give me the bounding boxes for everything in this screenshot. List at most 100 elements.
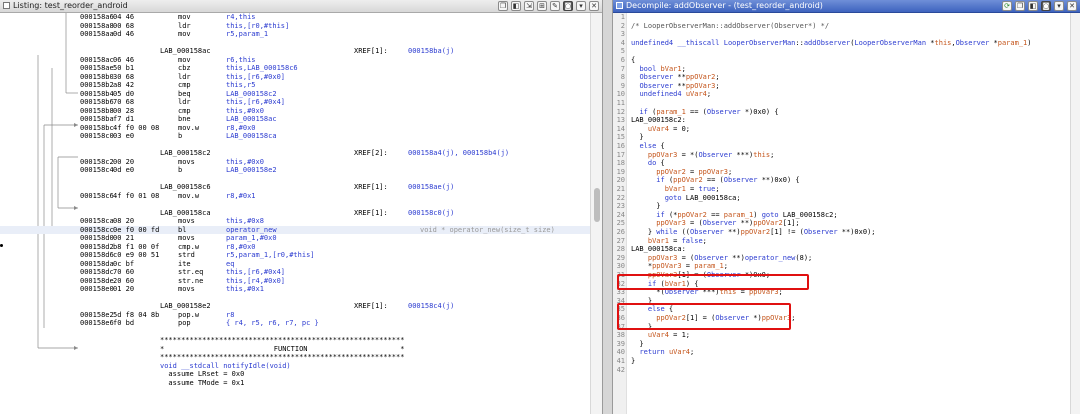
code-label: LAB_000158ca	[160, 208, 211, 217]
function-header-row[interactable]: ****************************************…	[0, 353, 590, 362]
instruction-bytes: 4f f0 00 08	[113, 123, 160, 132]
label-row[interactable]: LAB_000158c6 XREF[1]: 000158ae(j)	[0, 183, 590, 192]
code-line[interactable]: 18 do {	[613, 159, 1071, 168]
code-line[interactable]: 16 else {	[613, 142, 1071, 151]
code-line[interactable]: 7 bool bVar1;	[613, 65, 1071, 74]
instruction-bytes: 08 20	[113, 217, 135, 225]
code-line[interactable]: 13 LAB_000158c2:	[613, 116, 1071, 125]
instruction-row[interactable]: 000158dc 70 60 str.eq this,[r6,#0x4]	[0, 268, 590, 277]
decompile-scrollbar[interactable]	[1070, 13, 1080, 414]
code-line[interactable]: 15 }	[613, 133, 1071, 142]
label-row[interactable]: LAB_000158e2 XREF[1]: 000158c4(j)	[0, 302, 590, 311]
instruction-row[interactable]: 000158b4 05 d0 beq LAB_000158c2	[0, 90, 590, 99]
copy-icon[interactable]: ❐	[1015, 1, 1025, 11]
code-line[interactable]: 5	[613, 47, 1071, 56]
label-row[interactable]: LAB_000158ca XREF[1]: 000158c0(j)	[0, 209, 590, 218]
code-line[interactable]: 21 bVar1 = true;	[613, 185, 1071, 194]
instruction-row[interactable]: 000158cc 0e f0 00 fd bl operator_new void * …	[0, 225, 590, 234]
pane-divider[interactable]	[603, 0, 612, 414]
line-number: 24	[616, 210, 625, 219]
function-header-row[interactable]: assume LRset = 0x0	[0, 370, 590, 379]
code-line[interactable]: 8 Observer **ppOVar2;	[613, 73, 1071, 82]
code-line[interactable]: 24 if (*ppOVar2 == param_1) goto LAB_000…	[613, 211, 1071, 220]
code-line[interactable]: 1	[613, 13, 1071, 22]
label-row[interactable]: LAB_000158ac XREF[1]: 000158ba(j)	[0, 47, 590, 56]
code-line[interactable]: 22 goto LAB_000158ca;	[613, 194, 1071, 203]
scroll-thumb[interactable]	[594, 188, 600, 222]
instruction-row[interactable]: 000158ac 06 46 mov r6,this	[0, 56, 590, 65]
code-line[interactable]: 42	[613, 366, 1071, 375]
instruction-row[interactable]: 000158c4 0d e0 b LAB_000158e2	[0, 166, 590, 175]
instruction-row[interactable]: 000158b6 70 68 ldr this,[r6,#0x4]	[0, 98, 590, 107]
instruction-row[interactable]: 000158ca 08 20 movs this,#0x8	[0, 217, 590, 226]
line-number: 18	[616, 159, 625, 168]
code-line[interactable]: 39 }	[613, 340, 1071, 349]
instruction-row[interactable]: 000158de 20 60 str.ne this,[r4,#0x0]	[0, 277, 590, 286]
instruction-row[interactable]: 000158aa 0d 46 mov r5,param_1	[0, 30, 590, 39]
instruction-row[interactable]: 000158b2 a8 42 cmp this,r5	[0, 81, 590, 90]
function-header-row[interactable]: void __stdcall notifyIdle(void)	[0, 362, 590, 371]
menu-icon[interactable]: ▾	[576, 1, 586, 11]
instruction-row[interactable]: 000158b8 00 28 cmp this,#0x0	[0, 107, 590, 116]
close-icon[interactable]: ✕	[1067, 1, 1077, 11]
code-line[interactable]: 3	[613, 30, 1071, 39]
code-line[interactable]: 38 uVar4 = 1;	[613, 331, 1071, 340]
code-line[interactable]: 28 LAB_000158ca:	[613, 245, 1071, 254]
code-line[interactable]: 11	[613, 99, 1071, 108]
code-line[interactable]: 2 /* LooperObserverMan::addObserver(Obser…	[613, 22, 1071, 31]
code-line[interactable]: 41}	[613, 357, 1071, 366]
instruction-row[interactable]: 000158d0 00 21 movs param_1,#0x0	[0, 234, 590, 243]
instruction-operands: LAB_000158e2	[226, 166, 277, 174]
code-line[interactable]: 14 uVar4 = 0;	[613, 125, 1071, 134]
instruction-row[interactable]: 000158d6 c0 e9 00 51 strd r5,param_1,[r0,#t…	[0, 251, 590, 260]
code-line[interactable]: 4 undefined4 __thiscall LooperObserverMan…	[613, 39, 1071, 48]
instruction-row[interactable]: 000158e2 5d f8 04 8b pop.w r8	[0, 311, 590, 320]
code-line[interactable]: 23 }	[613, 202, 1071, 211]
code-line[interactable]: 9 Observer **ppOVar3;	[613, 82, 1071, 91]
code-line[interactable]: 17 ppOVar3 = *(Observer ***)this;	[613, 151, 1071, 160]
code-line[interactable]: 26 } while ((Observer **)ppOVar2[1] != (…	[613, 228, 1071, 237]
field-icon[interactable]: ⊞	[537, 1, 547, 11]
instruction-row[interactable]: 000158b0 30 68 ldr this,[r6,#0x0]	[0, 73, 590, 82]
refresh-icon[interactable]: ⟳	[1002, 1, 1012, 11]
camera-icon[interactable]: ◙	[563, 1, 573, 11]
instruction-row[interactable]: 000158a6 04 46 mov r4,this	[0, 13, 590, 22]
snapshot-icon[interactable]: ◧	[1028, 1, 1038, 11]
code-line[interactable]: 10 undefined4 uVar4;	[613, 90, 1071, 99]
camera-icon[interactable]: ◙	[1041, 1, 1051, 11]
instruction-row[interactable]: 000158ba f7 d1 bne LAB_000158ac	[0, 115, 590, 124]
code-line[interactable]: 30 *ppOVar3 = param_1;	[613, 262, 1071, 271]
instruction-row[interactable]: 000158e0 01 20 movs this,#0x1	[0, 285, 590, 294]
close-icon[interactable]: ✕	[589, 1, 599, 11]
code-line[interactable]: 20 if (ppOVar2 == (Observer **)0x0) {	[613, 176, 1071, 185]
label-row[interactable]: LAB_000158c2 XREF[2]: 000158a4(j), 000158b…	[0, 149, 590, 158]
copy-icon[interactable]: ❐	[498, 1, 508, 11]
function-header-row[interactable]: ****************************************…	[0, 336, 590, 345]
code-line[interactable]: 19 ppOVar2 = ppOVar3;	[613, 168, 1071, 177]
code-line[interactable]: 12 if (param_1 == (Observer *)0x0) {	[613, 108, 1071, 117]
menu-icon[interactable]: ▾	[1054, 1, 1064, 11]
code-line[interactable]: 29 ppOVar3 = (Observer **)operator_new(8…	[613, 254, 1071, 263]
code-line[interactable]: 6{	[613, 56, 1071, 65]
instruction-row[interactable]: 000158ae 50 b1 cbz this,LAB_000158c6	[0, 64, 590, 73]
instruction-row[interactable]: 000158a8 00 68 ldr this,[r0,#this]	[0, 22, 590, 31]
instruction-row[interactable]: 000158d2 b8 f1 00 0f cmp.w r8,#0x0	[0, 243, 590, 252]
code-line[interactable]: 40 return uVar4;	[613, 348, 1071, 357]
code-line[interactable]: 27 bVar1 = false;	[613, 237, 1071, 246]
listing-scrollbar[interactable]	[590, 13, 602, 414]
wrench-icon[interactable]: ✎	[550, 1, 560, 11]
instruction-row[interactable]: 000158da 0c bf ite eq	[0, 260, 590, 269]
instruction-row[interactable]: 000158e6 f0 bd pop { r4, r5, r6, r7, pc }	[0, 319, 590, 328]
export-icon[interactable]: ⇲	[524, 1, 534, 11]
function-header-row[interactable]: * FUNCTION *	[0, 345, 590, 354]
decompile-code[interactable]: 1 2 /* LooperObserverMan::addObserver(Obse…	[613, 13, 1071, 414]
function-header-row[interactable]: assume TMode = 0x1	[0, 379, 590, 388]
code-line[interactable]: 25 ppOVar3 = (Observer **)ppOVar2[1];	[613, 219, 1071, 228]
instruction-row[interactable]: 000158c6 4f f0 01 08 mov.w r8,#0x1	[0, 192, 590, 201]
snapshot-icon[interactable]: ◧	[511, 1, 521, 11]
instruction-operands: r8,#0x1	[226, 191, 256, 200]
instruction-row[interactable]: 000158c0 03 e0 b LAB_000158ca	[0, 132, 590, 141]
instruction-row[interactable]: 000158bc 4f f0 00 08 mov.w r8,#0x0	[0, 124, 590, 133]
instruction-row[interactable]: 000158c2 00 20 movs this,#0x0	[0, 158, 590, 167]
listing-code[interactable]: 000158a6 04 46 mov r4,this 000158a8 00 68 ldr t…	[0, 13, 590, 414]
